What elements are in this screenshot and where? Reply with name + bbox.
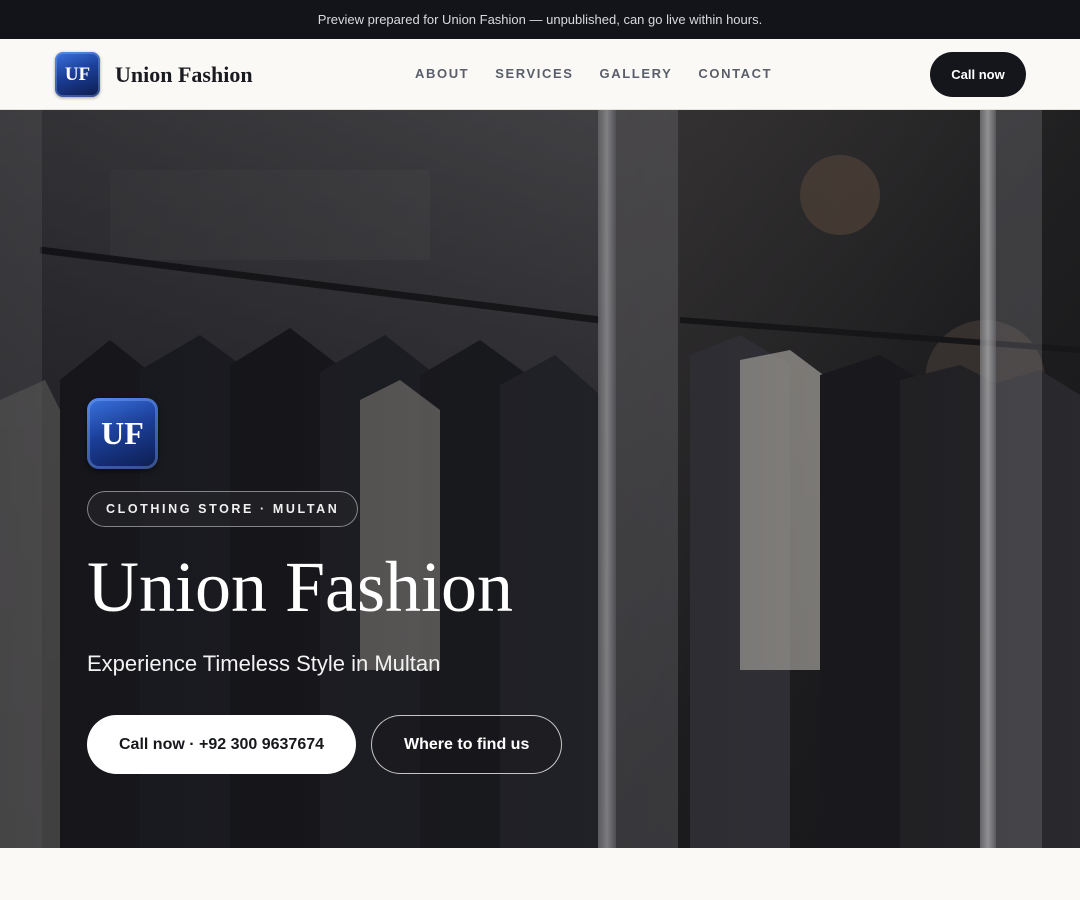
hero-logo: UF — [87, 398, 158, 469]
site-header: UF Union Fashion ABOUT SERVICES GALLERY … — [0, 39, 1080, 110]
announcement-text: Preview prepared for Union Fashion — unp… — [317, 12, 763, 27]
main-nav: ABOUT SERVICES GALLERY CONTACT — [415, 66, 772, 81]
hero-title: Union Fashion — [87, 547, 514, 627]
hero-subtitle: Experience Timeless Style in Multan — [87, 651, 441, 676]
brand-logo: UF — [55, 52, 100, 97]
where-to-find-us-button[interactable]: Where to find us — [371, 715, 563, 774]
hero-cta-row: Call now · +92 300 9637674 Where to find… — [87, 715, 787, 774]
header-call-button[interactable]: Call now — [930, 52, 1026, 97]
nav-services[interactable]: SERVICES — [495, 66, 573, 81]
nav-about[interactable]: ABOUT — [415, 66, 469, 81]
hero-content: UF CLOTHING STORE · MULTAN Union Fashion… — [87, 398, 787, 774]
brand-logo-initials: UF — [64, 63, 91, 85]
hero-tagline-badge: CLOTHING STORE · MULTAN — [87, 491, 359, 527]
brand-link[interactable]: UF Union Fashion — [55, 52, 253, 97]
announcement-bar: Preview prepared for Union Fashion — unp… — [0, 0, 1080, 39]
hero-section: UF CLOTHING STORE · MULTAN Union Fashion… — [0, 110, 1080, 848]
nav-gallery[interactable]: GALLERY — [600, 66, 673, 81]
nav-contact[interactable]: CONTACT — [698, 66, 772, 81]
brand-name: Union Fashion — [115, 61, 253, 87]
call-now-button[interactable]: Call now · +92 300 9637674 — [87, 715, 357, 774]
hero-logo-initials: UF — [101, 415, 144, 451]
